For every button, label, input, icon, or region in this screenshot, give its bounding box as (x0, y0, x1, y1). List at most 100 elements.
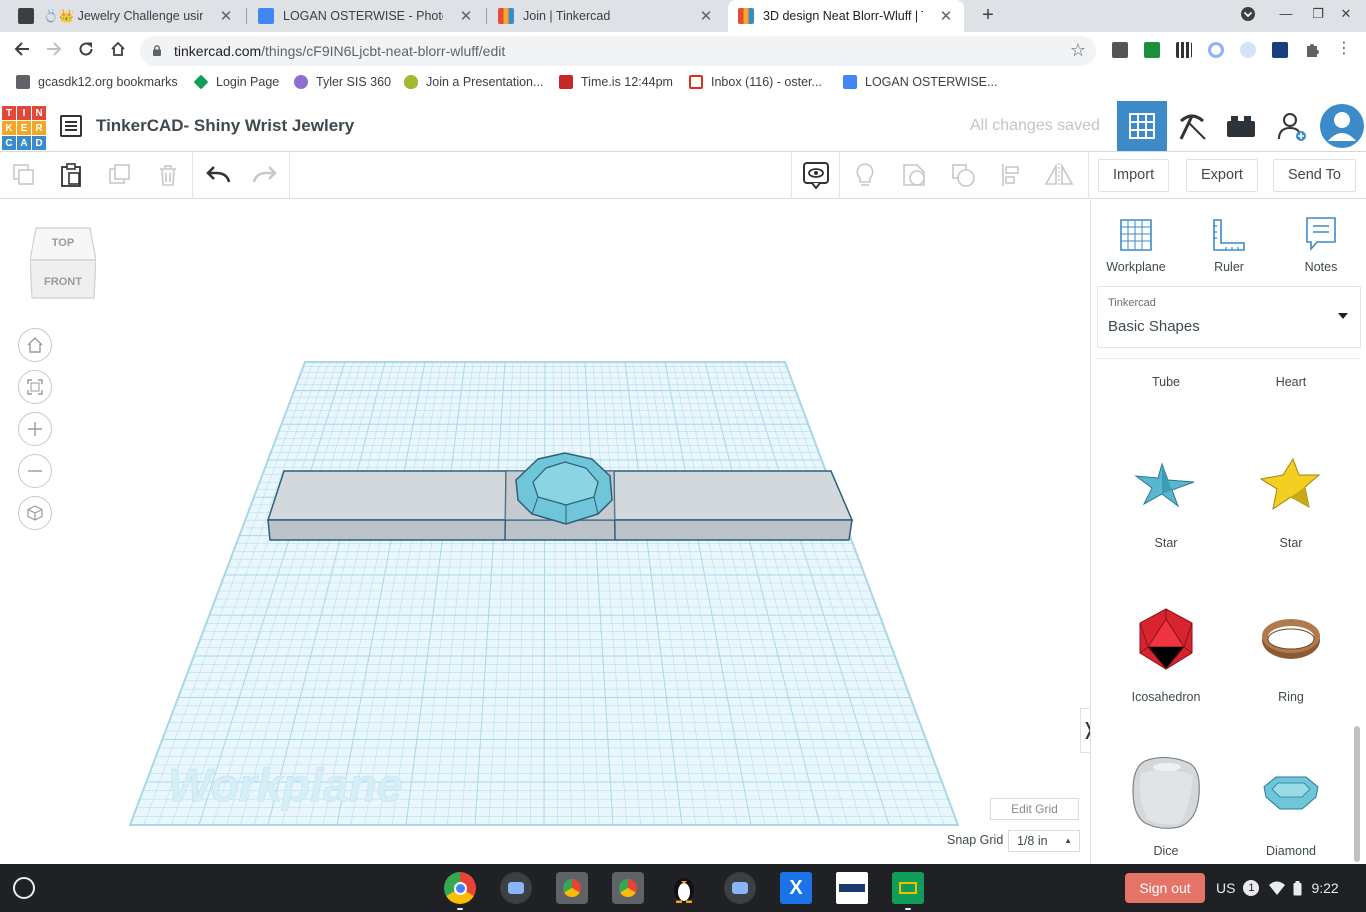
ruler-tool[interactable]: Ruler (1194, 212, 1264, 274)
address-bar[interactable]: tinkercad.com/things/cF9IN6Ljcbt-neat-bl… (140, 36, 1096, 66)
export-button[interactable]: Export (1186, 159, 1258, 192)
lock-icon[interactable] (153, 45, 161, 56)
launcher-icon[interactable] (13, 877, 35, 899)
paste-button[interactable] (56, 160, 86, 190)
fit-view-button[interactable] (18, 370, 52, 404)
close-icon[interactable]: ✕ (218, 7, 234, 25)
3d-view-button[interactable] (1117, 101, 1167, 151)
home-view-button[interactable] (18, 328, 52, 362)
workplane-canvas[interactable]: Workplane (0, 200, 1090, 864)
tinkercad-header: T I N K E R C A D TinkerCAD- Shiny Wrist… (0, 101, 1366, 152)
logo-letter: R (32, 121, 46, 135)
codeblocks-button[interactable] (1167, 101, 1217, 151)
camera-icon[interactable] (500, 872, 532, 904)
close-icon[interactable]: ✕ (938, 7, 954, 25)
align-icon (1002, 164, 1019, 186)
shape-icosahedron[interactable]: Icosahedron (1111, 594, 1221, 704)
design-list-icon[interactable] (60, 115, 82, 137)
new-tab-button[interactable]: + (976, 4, 1000, 28)
browser-tab-jewelry-challenge[interactable]: 💍👑 Jewelry Challenge using T ✕ (8, 0, 244, 32)
ruler-icon (1213, 219, 1245, 251)
close-icon[interactable]: ✕ (458, 7, 474, 25)
bookmark-logan-doc[interactable]: LOGAN OSTERWISE... (843, 75, 997, 89)
bookmark-folder[interactable]: gcasdk12.org bookmarks (16, 75, 178, 89)
perspective-button[interactable] (18, 496, 52, 530)
penguin-icon[interactable] (668, 872, 700, 904)
group-button[interactable] (899, 160, 929, 190)
ungroup-button[interactable] (948, 160, 978, 190)
bookmark-timeis[interactable]: Time.is 12:44pm (559, 75, 673, 89)
bookmark-login-page[interactable]: Login Page (193, 74, 279, 90)
bricks-button[interactable] (1216, 101, 1266, 151)
chrome-app-icon[interactable] (612, 872, 644, 904)
reload-icon[interactable] (74, 39, 98, 63)
chrome-icon[interactable] (444, 872, 476, 904)
extension-cloud-icon[interactable] (1240, 42, 1256, 58)
bookmark-join-presentation[interactable]: Join a Presentation... (404, 75, 543, 89)
forward-icon[interactable] (42, 39, 66, 63)
restore-icon[interactable]: ❐ (1308, 6, 1328, 26)
bookmark-star-icon[interactable]: ☆ (1070, 40, 1086, 61)
shape-library-select[interactable]: Tinkercad Basic Shapes (1097, 286, 1361, 348)
browser-tab-join-tinkercad[interactable]: Join | Tinkercad ✕ (488, 0, 724, 32)
shape-dice[interactable]: Dice (1111, 748, 1221, 858)
shape-diamond[interactable]: Diamond (1236, 748, 1346, 858)
extension-qr-icon[interactable] (1176, 42, 1192, 58)
caret-up-icon: ▲ (1064, 836, 1072, 845)
view-cube-front-label: FRONT (44, 276, 82, 288)
extensions-puzzle-icon[interactable] (1304, 42, 1320, 58)
shape-heart[interactable]: Heart (1236, 375, 1346, 389)
browser-tab-photo-doc[interactable]: LOGAN OSTERWISE - Photo Doc ✕ (248, 0, 484, 32)
zoom-out-button[interactable] (18, 454, 52, 488)
browser-tab-3d-design[interactable]: 3D design Neat Blorr-Wluff | Tink ✕ (728, 0, 964, 32)
tab-search-icon[interactable] (1238, 6, 1258, 26)
panel-divider (1097, 358, 1361, 359)
zoom-in-button[interactable] (18, 412, 52, 446)
extension-sheet-icon[interactable] (1144, 42, 1160, 58)
workplane-tool[interactable]: Workplane (1101, 212, 1171, 274)
undo-button[interactable] (203, 160, 233, 190)
extension-flag-icon[interactable] (1112, 42, 1128, 58)
align-button[interactable] (997, 160, 1027, 190)
tinkercad-logo[interactable]: T I N K E R C A D (2, 106, 46, 150)
home-icon[interactable] (106, 39, 130, 63)
pearson-testnav-icon[interactable] (836, 872, 868, 904)
bookmark-inbox[interactable]: Inbox (116) - oster... (689, 75, 822, 89)
chrome-app-icon[interactable] (556, 872, 588, 904)
sign-out-button[interactable]: Sign out (1125, 873, 1205, 903)
delete-button[interactable] (153, 160, 183, 190)
shape-tube[interactable]: Tube (1111, 375, 1221, 389)
snap-grid-select[interactable]: 1/8 in ▲ (1008, 830, 1080, 852)
view-cube[interactable]: TOP FRONT (29, 224, 97, 302)
show-all-button[interactable] (850, 160, 880, 190)
shape-star-blue[interactable]: Star (1111, 440, 1221, 550)
close-icon[interactable]: ✕ (698, 7, 714, 25)
status-tray[interactable]: US 1 9:22 (1214, 873, 1360, 903)
minimize-icon[interactable]: — (1276, 6, 1296, 26)
import-button[interactable]: Import (1098, 159, 1170, 192)
copy-button[interactable] (9, 160, 39, 190)
extension-circle-icon[interactable] (1208, 42, 1224, 58)
invite-user-button[interactable] (1267, 101, 1317, 151)
mirror-button[interactable] (1044, 160, 1074, 190)
back-icon[interactable] (10, 39, 34, 63)
redo-button[interactable] (250, 160, 280, 190)
close-window-icon[interactable]: ✕ (1336, 6, 1356, 26)
panel-scrollbar[interactable] (1354, 726, 1360, 862)
profile-button[interactable] (1317, 101, 1366, 151)
notes-tool[interactable]: Notes (1286, 212, 1356, 274)
more-menu-icon[interactable]: ⋮ (1336, 41, 1352, 58)
design-title[interactable]: TinkerCAD- Shiny Wrist Jewlery (96, 116, 354, 136)
send-to-button[interactable]: Send To (1273, 159, 1356, 192)
classroom-icon[interactable] (892, 872, 924, 904)
duplicate-button[interactable] (105, 160, 135, 190)
x-app-icon[interactable]: X (780, 872, 812, 904)
shape-ring[interactable]: Ring (1236, 594, 1346, 704)
camera-icon[interactable] (724, 872, 756, 904)
notes-toggle-button[interactable] (801, 160, 831, 190)
shape-star-yellow[interactable]: Star (1236, 440, 1346, 550)
3d-viewport[interactable]: Workplane TOP FRONT Edit Grid Snap Grid … (0, 200, 1097, 864)
extension-shield-icon[interactable] (1272, 42, 1288, 58)
bookmark-tyler-sis[interactable]: Tyler SIS 360 (294, 75, 391, 89)
edit-grid-button[interactable]: Edit Grid (990, 798, 1079, 820)
